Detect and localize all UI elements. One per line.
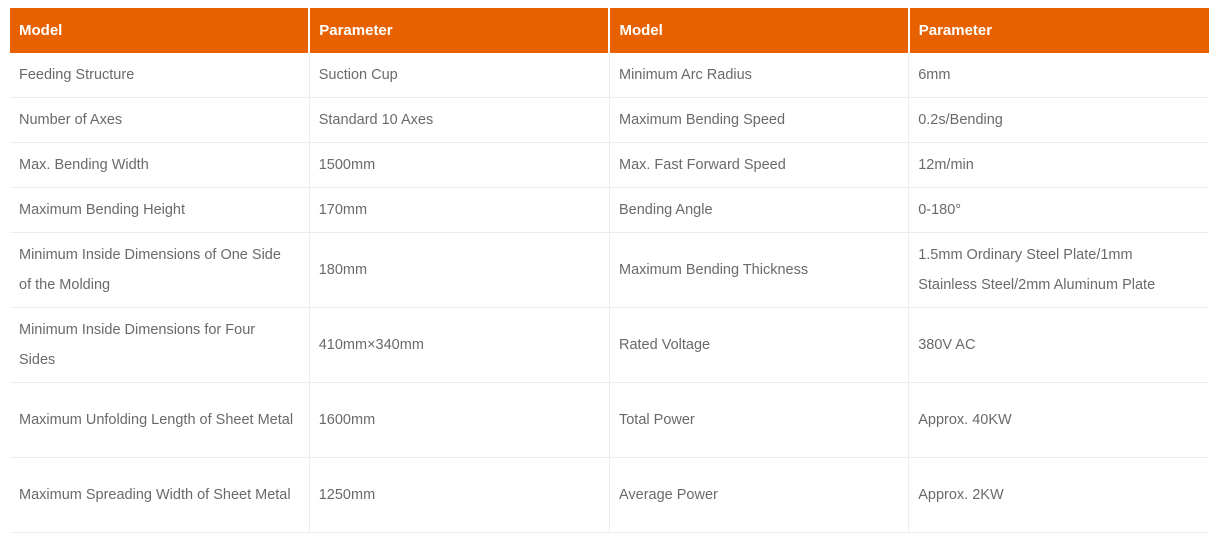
table-body: Feeding Structure Suction Cup Minimum Arc … <box>10 53 1209 533</box>
table-header-row: Model Parameter Model Parameter <box>10 8 1209 53</box>
spec-label-text: Maximum Unfolding Length of Sheet Metal <box>19 412 294 428</box>
spec-label-cell: Rated Voltage <box>609 307 910 383</box>
spec-label-cell: Minimum Inside Dimensions of One Side of… <box>10 232 310 308</box>
spec-label-cell: Max. Fast Forward Speed <box>609 142 910 188</box>
spec-value-cell: 0.2s/Bending <box>908 97 1209 143</box>
spec-value-cell: 1500mm <box>309 142 610 188</box>
spec-label-text: Minimum Arc Radius <box>618 67 752 83</box>
spec-value-cell: 380V AC <box>908 307 1209 383</box>
spec-value-text: 0.2s/Bending <box>918 112 1003 128</box>
column-header-parameter-left: Parameter <box>309 8 611 53</box>
spec-label-text: Maximum Bending Thickness <box>618 262 809 278</box>
table-row: Minimum Inside Dimensions for Four Sides… <box>10 307 1209 383</box>
spec-label-text: Feeding Structure <box>19 67 135 83</box>
spec-value-cell: 1.5mm Ordinary Steel Plate/1mm Stainless… <box>908 232 1209 308</box>
spec-label-text: Bending Angle <box>618 202 713 218</box>
spec-value-text: Approx. 40KW <box>918 412 1012 428</box>
spec-value-text: 1500mm <box>318 157 376 173</box>
spec-value-text: 1250mm <box>318 487 376 503</box>
spec-label-cell: Maximum Bending Thickness <box>609 232 910 308</box>
spec-value-cell: 1600mm <box>309 382 610 458</box>
spec-label-text: Max. Fast Forward Speed <box>618 157 786 173</box>
spec-label-cell: Maximum Spreading Width of Sheet Metal <box>10 457 310 533</box>
spec-value-text: Suction Cup <box>318 67 398 83</box>
spec-value-text: 1.5mm Ordinary Steel Plate/1mm Stainless… <box>918 247 1156 293</box>
spec-label-text: Maximum Bending Height <box>19 202 186 218</box>
spec-label-cell: Bending Angle <box>609 187 910 233</box>
column-header-parameter-right: Parameter <box>908 8 1209 53</box>
spec-value-cell: 170mm <box>309 187 610 233</box>
spec-value-text: 380V AC <box>918 337 976 353</box>
table-row: Maximum Bending Height 170mm Bending Angle… <box>10 187 1209 233</box>
spec-value-text: Standard 10 Axes <box>318 112 434 128</box>
spec-label-cell: Maximum Bending Speed <box>609 97 910 143</box>
spec-value-text: 0-180° <box>918 202 962 218</box>
spec-value-cell: 6mm <box>908 53 1209 98</box>
spec-value-text: Approx. 2KW <box>918 487 1004 503</box>
spec-value-text: 12m/min <box>918 157 974 173</box>
table-row: Max. Bending Width 1500mm Max. Fast Forwar… <box>10 142 1209 188</box>
spec-label-cell: Maximum Bending Height <box>10 187 310 233</box>
spec-value-cell: Standard 10 Axes <box>309 97 610 143</box>
spec-value-cell: Suction Cup <box>309 53 610 98</box>
spec-value-cell: 410mm×340mm <box>309 307 610 383</box>
spec-value-cell: Approx. 2KW <box>908 457 1209 533</box>
spec-label-cell: Total Power <box>609 382 910 458</box>
spec-label-text: Minimum Inside Dimensions for Four Sides <box>19 322 256 368</box>
spec-value-cell: 180mm <box>309 232 610 308</box>
spec-label-text: Maximum Spreading Width of Sheet Metal <box>19 487 291 503</box>
table-row: Number of Axes Standard 10 Axes Maximum Be… <box>10 97 1209 143</box>
spec-value-text: 1600mm <box>318 412 376 428</box>
spec-value-text: 410mm×340mm <box>318 337 424 353</box>
spec-value-text: 180mm <box>318 262 368 278</box>
spec-label-cell: Average Power <box>609 457 910 533</box>
spec-label-text: Maximum Bending Speed <box>618 112 786 128</box>
specification-table: Model Parameter Model Parameter Feeding … <box>10 8 1209 533</box>
spec-label-cell: Max. Bending Width <box>10 142 310 188</box>
spec-value-cell: 12m/min <box>908 142 1209 188</box>
spec-label-cell: Number of Axes <box>10 97 310 143</box>
spec-label-text: Number of Axes <box>19 112 123 128</box>
spec-value-cell: 0-180° <box>908 187 1209 233</box>
specification-table-container: Model Parameter Model Parameter Feeding … <box>0 0 1222 533</box>
spec-label-cell: Minimum Arc Radius <box>609 53 910 98</box>
spec-value-text: 6mm <box>918 67 951 83</box>
column-header-model-left: Model <box>10 8 311 53</box>
spec-label-cell: Minimum Inside Dimensions for Four Sides <box>10 307 310 383</box>
spec-label-text: Average Power <box>618 487 718 503</box>
spec-value-cell: Approx. 40KW <box>908 382 1209 458</box>
spec-label-text: Max. Bending Width <box>19 157 149 173</box>
column-header-model-right: Model <box>609 8 910 53</box>
spec-label-text: Total Power <box>618 412 695 428</box>
spec-label-text: Minimum Inside Dimensions of One Side of… <box>19 247 281 293</box>
table-row: Minimum Inside Dimensions of One Side of… <box>10 232 1209 308</box>
spec-label-cell: Maximum Unfolding Length of Sheet Metal <box>10 382 310 458</box>
spec-label-cell: Feeding Structure <box>10 53 310 98</box>
table-row: Maximum Spreading Width of Sheet Metal 12… <box>10 457 1209 533</box>
table-row: Feeding Structure Suction Cup Minimum Arc … <box>10 53 1209 98</box>
table-row: Maximum Unfolding Length of Sheet Metal 1… <box>10 382 1209 458</box>
spec-value-cell: 1250mm <box>309 457 610 533</box>
table-header: Model Parameter Model Parameter <box>10 8 1209 53</box>
spec-label-text: Rated Voltage <box>618 337 711 353</box>
spec-value-text: 170mm <box>318 202 368 218</box>
